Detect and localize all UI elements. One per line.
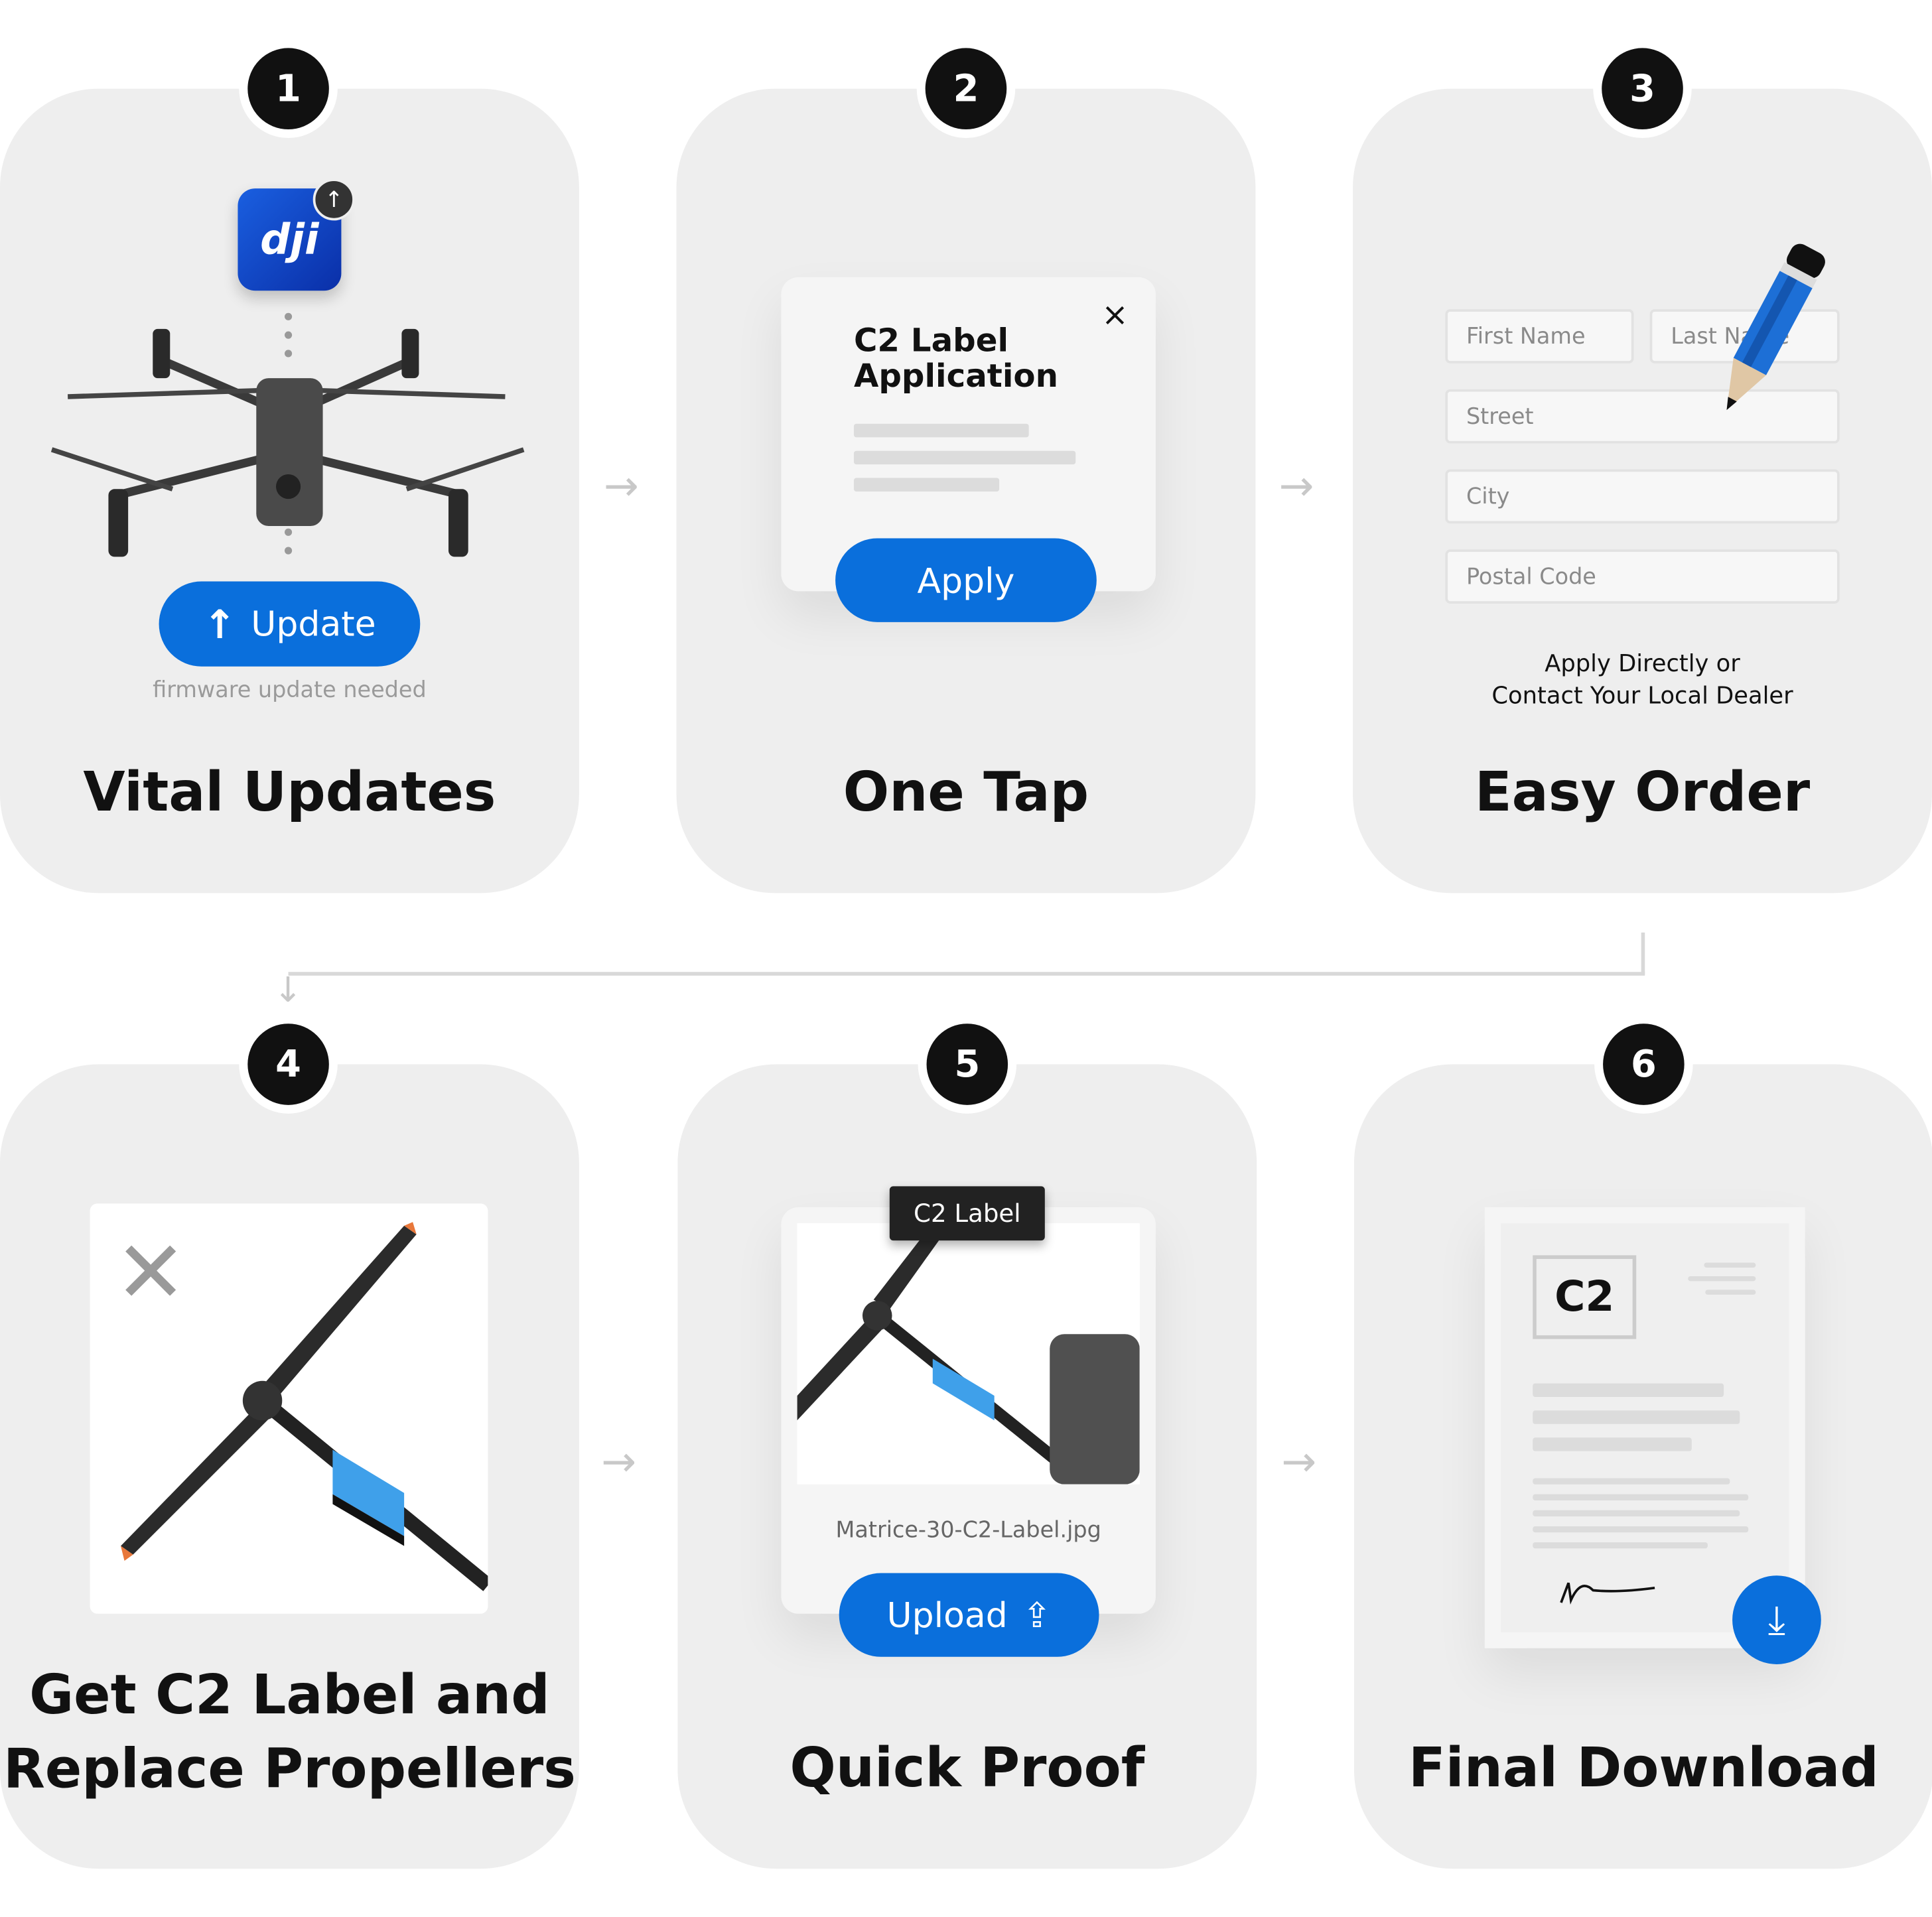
step-2-card: C2 Label Application × Apply One Tap	[676, 88, 1256, 893]
connector-line	[288, 972, 1645, 976]
c2-label-tag: C2 Label	[889, 1186, 1045, 1241]
upload-panel: Matrice-30-C2-Label.jpg	[781, 1207, 1156, 1614]
upload-arrow-icon: ↑	[312, 178, 355, 221]
drone-image	[50, 312, 525, 557]
arrow-right-icon: →	[1281, 1437, 1317, 1487]
step-4-title-line2: Replace Propellers	[3, 1738, 576, 1802]
update-button-label: Update	[251, 603, 376, 645]
photo-preview	[797, 1223, 1140, 1485]
propeller-image: ✕	[90, 1203, 488, 1614]
step-5-title: Quick Proof	[790, 1737, 1145, 1800]
file-name: Matrice-30-C2-Label.jpg	[835, 1517, 1101, 1544]
update-button[interactable]: ↑ Update	[159, 581, 421, 667]
step-1-card: dji ↑ ↑ Update firmware update needed Vit…	[0, 88, 579, 893]
close-icon[interactable]: ×	[1101, 297, 1128, 334]
step-6-title: Final Download	[1408, 1737, 1879, 1800]
step-6-card: C2 ⤓ Final Download	[1353, 1064, 1932, 1869]
step-3-card: First Name Last Name Street City Postal …	[1353, 88, 1932, 893]
placeholder-line	[853, 423, 1029, 438]
step-4-badge: 4	[247, 1024, 329, 1105]
step-2-badge: 2	[925, 48, 1007, 129]
arrow-right-icon: →	[1278, 462, 1314, 511]
signature	[1560, 1582, 1655, 1605]
tools-icon: ✕	[114, 1222, 187, 1323]
placeholder-line	[853, 450, 1076, 465]
city-field[interactable]: City	[1445, 469, 1840, 524]
c2-class-mark: C2	[1533, 1255, 1637, 1339]
placeholder-line	[853, 478, 1000, 492]
upload-button-label: Upload	[886, 1595, 1008, 1636]
upload-button[interactable]: Upload ⇪	[839, 1573, 1099, 1657]
arrow-up-icon: ↑	[203, 600, 237, 647]
step-3-title: Easy Order	[1474, 761, 1811, 825]
first-name-field[interactable]: First Name	[1445, 309, 1634, 364]
download-button[interactable]: ⤓	[1732, 1575, 1821, 1664]
step-1-title: Vital Updates	[83, 761, 496, 825]
arrow-right-icon: →	[601, 1437, 637, 1487]
apply-button[interactable]: Apply	[835, 538, 1097, 622]
step-4-title-line1: Get C2 Label and	[29, 1664, 550, 1727]
dialog-title-line1: C2 Label	[853, 322, 1009, 360]
order-note-line2: Contact Your Local Dealer	[1491, 682, 1793, 710]
step-3-badge: 3	[1602, 48, 1683, 129]
step-5-badge: 5	[926, 1024, 1008, 1105]
step-2-title: One Tap	[843, 761, 1089, 825]
connector-line	[1641, 932, 1645, 974]
step-6-badge: 6	[1603, 1024, 1685, 1105]
arrow-down-icon: ↓	[273, 969, 303, 1010]
dialog-title-line2: Application	[853, 358, 1058, 396]
order-note-line1: Apply Directly or	[1545, 650, 1740, 678]
step-5-card: Matrice-30-C2-Label.jpg C2 Label Upload ⇪…	[677, 1064, 1257, 1869]
pencil-icon	[1726, 243, 1825, 411]
process-infographic: dji ↑ ↑ Update firmware update needed Vit…	[0, 0, 1932, 1917]
step-1-badge: 1	[247, 48, 329, 129]
download-icon: ⤓	[1767, 1595, 1786, 1643]
arrow-right-icon: →	[603, 462, 639, 511]
upload-icon: ⇪	[1022, 1595, 1052, 1636]
step-4-card: ✕ Get C2 Label and Replace Propellers	[0, 1064, 579, 1869]
firmware-note: firmware update needed	[153, 677, 427, 704]
postal-code-field[interactable]: Postal Code	[1445, 549, 1840, 604]
